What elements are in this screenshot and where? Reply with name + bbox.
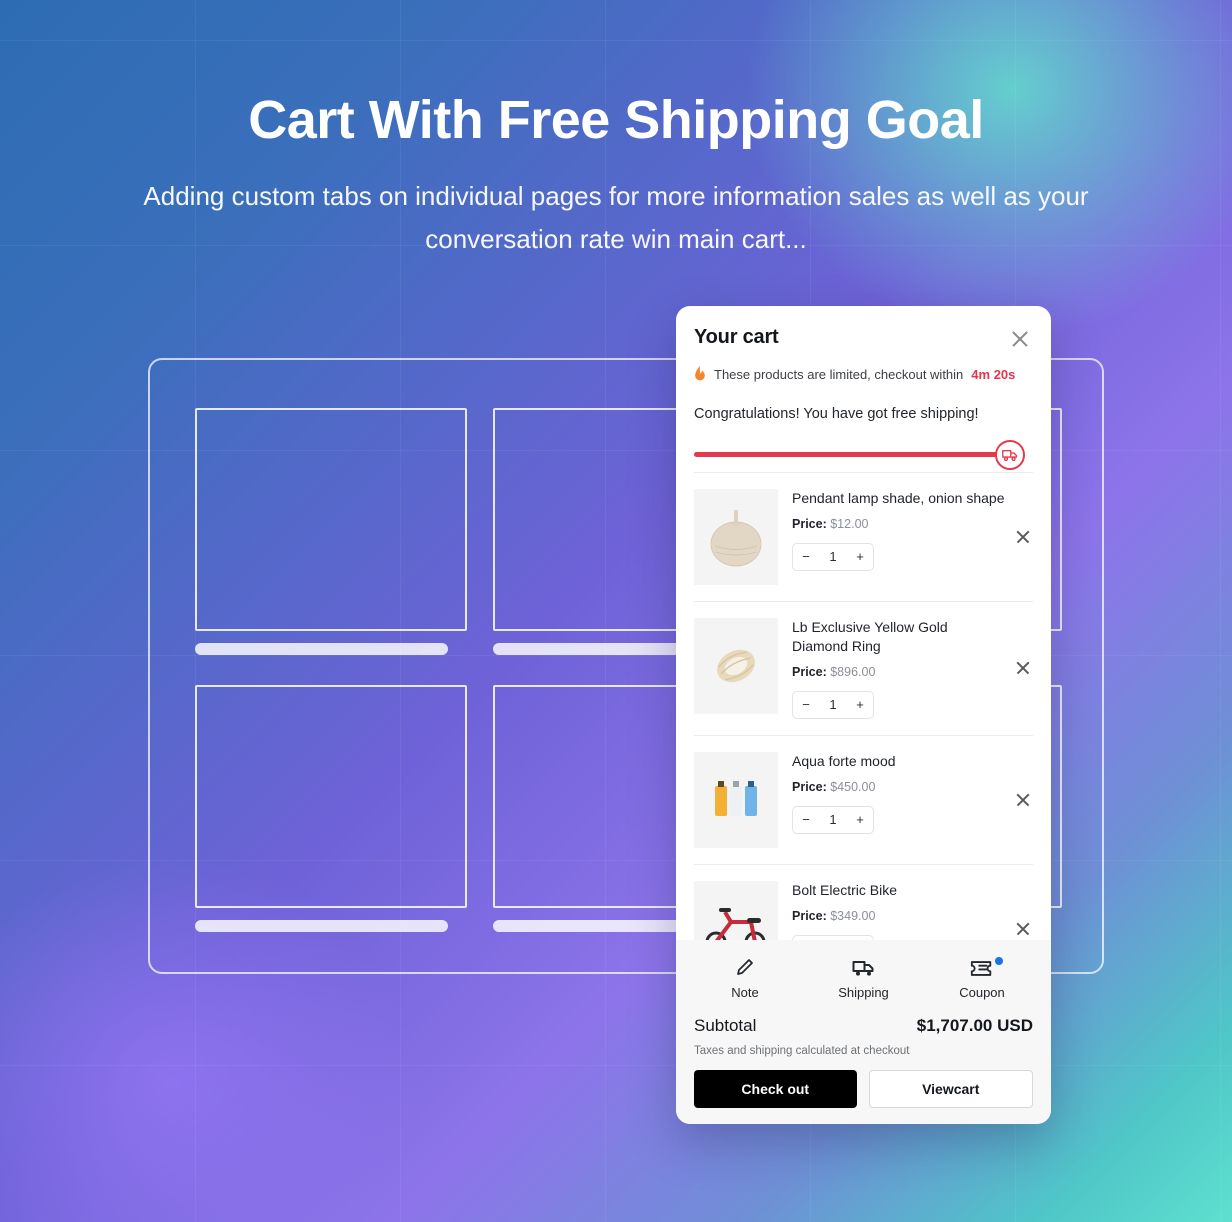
remove-icon[interactable] [1013, 527, 1033, 547]
viewcart-button[interactable]: Viewcart [868, 1070, 1033, 1108]
price-value: $349.00 [830, 908, 876, 923]
gold-ring-thumbnail [694, 618, 778, 714]
remove-icon[interactable] [1013, 658, 1033, 678]
quantity-stepper[interactable]: − 1 + [792, 690, 874, 719]
truck-icon [852, 961, 873, 976]
quantity-value[interactable]: 1 [819, 544, 847, 570]
shipping-action-label: Shipping [838, 985, 889, 1000]
cart-items-list[interactable]: Pendant lamp shade, onion shape Price: $… [676, 472, 1051, 940]
checkout-button[interactable]: Check out [694, 1070, 857, 1108]
truck-icon [995, 440, 1025, 470]
wireframe-card [195, 685, 467, 932]
perfume-bottles-thumbnail [694, 751, 778, 848]
free-shipping-progress [694, 438, 1033, 472]
cart-item: Bolt Electric Bike Price: $349.00 − 1 + [694, 863, 1033, 940]
cart-footer: Note Shipping Coupon Subtotal $1,707.00 … [676, 940, 1051, 1124]
flame-icon [695, 366, 705, 381]
coupon-ticket-icon [970, 961, 992, 976]
limited-stock-text: These products are limited, checkout wit… [714, 366, 964, 382]
cart-drawer: Your cart These products are limited, ch… [676, 306, 1051, 1124]
coupon-action-label: Coupon [959, 985, 1005, 1000]
quantity-decrease-button[interactable]: − [793, 936, 819, 940]
remove-icon[interactable] [1013, 919, 1033, 939]
free-shipping-message: Congratulations! You have got free shipp… [694, 406, 979, 422]
cart-item-name: Bolt Electric Bike [792, 881, 898, 898]
coupon-badge-dot [995, 957, 1003, 965]
cart-item-name: Pendant lamp shade, onion shape [792, 490, 1005, 506]
price-value: $896.00 [830, 664, 876, 679]
quantity-increase-button[interactable]: + [847, 807, 873, 833]
page-title: Cart With Free Shipping Goal [248, 90, 984, 150]
quantity-stepper[interactable]: − 1 + [792, 542, 874, 571]
subtotal-row: Subtotal $1,707.00 USD [694, 1010, 1033, 1036]
quantity-stepper[interactable]: − 1 + [792, 805, 874, 834]
wireframe-card-bar [195, 643, 448, 655]
lamp-shade-thumbnail [694, 489, 778, 585]
cart-title: Your cart [694, 326, 779, 348]
wireframe-card-image [195, 408, 467, 631]
cart-item: Aqua forte mood Price: $450.00 − 1 + [694, 734, 1033, 864]
quantity-decrease-button[interactable]: − [793, 692, 819, 718]
quantity-value[interactable]: 1 [819, 692, 847, 718]
cart-actions: Note Shipping Coupon [694, 952, 1033, 1010]
note-action-button[interactable]: Note [700, 956, 790, 1000]
quantity-increase-button[interactable]: + [847, 692, 873, 718]
tax-note: Taxes and shipping calculated at checkou… [694, 1045, 910, 1057]
quantity-decrease-button[interactable]: − [793, 807, 819, 833]
wireframe-card-bar [195, 920, 448, 932]
electric-bike-thumbnail [694, 880, 778, 940]
pencil-icon [737, 959, 753, 975]
price-label: Price: [792, 908, 827, 923]
cart-item-price: Price: $450.00 [792, 780, 1005, 794]
quantity-increase-button[interactable]: + [847, 936, 873, 940]
note-action-label: Note [731, 985, 759, 1000]
price-label: Price: [792, 516, 827, 531]
page-subtitle: Adding custom tabs on individual pages f… [143, 180, 1089, 254]
cart-item-name: Aqua forte mood [792, 752, 896, 769]
price-label: Price: [792, 779, 827, 794]
subtotal-value: $1,707.00 USD [916, 1016, 1033, 1035]
cart-header: Your cart These products are limited, ch… [676, 306, 1051, 472]
remove-icon[interactable] [1013, 790, 1033, 810]
cart-item: Pendant lamp shade, onion shape Price: $… [694, 472, 1033, 601]
cart-item-price: Price: $12.00 [792, 517, 1005, 531]
quantity-increase-button[interactable]: + [847, 544, 873, 570]
progress-fill [694, 452, 999, 457]
quantity-stepper[interactable]: − 1 + [792, 934, 874, 940]
price-value: $450.00 [830, 779, 876, 794]
quantity-value[interactable]: 1 [819, 807, 847, 833]
price-label: Price: [792, 664, 827, 679]
cart-item-price: Price: $896.00 [792, 665, 1005, 679]
hero-header: Cart With Free Shipping Goal Adding cust… [0, 0, 1232, 260]
page-root: Cart With Free Shipping Goal Adding cust… [0, 0, 1232, 1222]
wireframe-card-image [195, 685, 467, 908]
quantity-decrease-button[interactable]: − [793, 544, 819, 570]
shipping-action-button[interactable]: Shipping [819, 960, 909, 1000]
cart-item-name: Lb Exclusive Yellow Gold Diamond Ring [792, 619, 948, 654]
cart-buttons: Check out Viewcart [694, 1070, 1033, 1108]
quantity-value[interactable]: 1 [819, 936, 847, 940]
price-value: $12.00 [830, 516, 869, 531]
subtotal-label: Subtotal [694, 1016, 757, 1035]
countdown-timer: 4m 20s [971, 366, 1016, 382]
coupon-action-button[interactable]: Coupon [937, 957, 1027, 1000]
wireframe-card [195, 408, 467, 655]
close-icon[interactable] [1007, 326, 1033, 352]
cart-item: Lb Exclusive Yellow Gold Diamond Ring Pr… [694, 601, 1033, 735]
cart-item-price: Price: $349.00 [792, 909, 1005, 923]
limited-stock-notice: These products are limited, checkout wit… [694, 366, 1033, 382]
